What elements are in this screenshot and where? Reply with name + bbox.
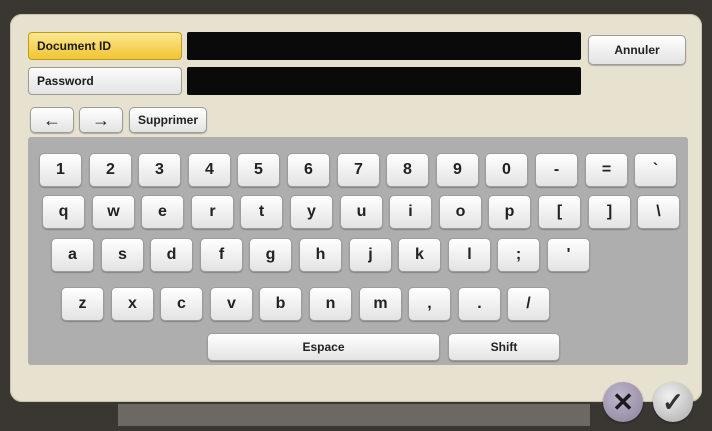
key-row2-4[interactable]: t bbox=[240, 195, 283, 229]
ok-button[interactable]: ✓ bbox=[653, 382, 693, 422]
key-row2-6[interactable]: u bbox=[340, 195, 383, 229]
key-row2-1[interactable]: w bbox=[92, 195, 135, 229]
key-row3-3[interactable]: f bbox=[200, 238, 243, 272]
key-row3-5[interactable]: h bbox=[299, 238, 342, 272]
key-row3-10[interactable]: ' bbox=[547, 238, 590, 272]
key-row4-5[interactable]: n bbox=[309, 287, 352, 321]
key-row3-0[interactable]: a bbox=[51, 238, 94, 272]
key-row4-8[interactable]: . bbox=[458, 287, 501, 321]
key-row2-8[interactable]: o bbox=[439, 195, 482, 229]
shift-key[interactable]: Shift bbox=[448, 333, 560, 361]
key-row4-6[interactable]: m bbox=[359, 287, 402, 321]
key-row1-9[interactable]: 0 bbox=[485, 153, 528, 187]
key-row3-6[interactable]: j bbox=[349, 238, 392, 272]
cancel-button[interactable]: Annuler bbox=[588, 35, 686, 65]
key-row1-0[interactable]: 1 bbox=[39, 153, 82, 187]
checkmark-icon: ✓ bbox=[662, 386, 684, 417]
key-row3-4[interactable]: g bbox=[249, 238, 292, 272]
cursor-left-button[interactable]: ← bbox=[30, 107, 74, 133]
key-row1-4[interactable]: 5 bbox=[237, 153, 280, 187]
arrow-right-icon: → bbox=[92, 109, 110, 130]
key-row4-0[interactable]: z bbox=[61, 287, 104, 321]
key-row3-8[interactable]: l bbox=[448, 238, 491, 272]
key-row1-7[interactable]: 8 bbox=[386, 153, 429, 187]
key-row1-5[interactable]: 6 bbox=[287, 153, 330, 187]
key-row4-9[interactable]: / bbox=[507, 287, 550, 321]
key-row3-1[interactable]: s bbox=[101, 238, 144, 272]
delete-button[interactable]: Supprimer bbox=[129, 107, 207, 133]
key-row1-6[interactable]: 7 bbox=[337, 153, 380, 187]
key-row4-1[interactable]: x bbox=[111, 287, 154, 321]
key-row1-2[interactable]: 3 bbox=[138, 153, 181, 187]
key-row2-5[interactable]: y bbox=[290, 195, 333, 229]
close-button[interactable]: ✕ bbox=[603, 382, 643, 422]
key-row2-7[interactable]: i bbox=[389, 195, 432, 229]
key-row3-2[interactable]: d bbox=[150, 238, 193, 272]
key-row2-12[interactable]: \ bbox=[637, 195, 680, 229]
key-row4-2[interactable]: c bbox=[160, 287, 203, 321]
key-row4-3[interactable]: v bbox=[210, 287, 253, 321]
close-icon: ✕ bbox=[612, 386, 634, 417]
key-row1-3[interactable]: 4 bbox=[188, 153, 231, 187]
key-row2-3[interactable]: r bbox=[191, 195, 234, 229]
password-input[interactable] bbox=[187, 67, 581, 95]
key-row3-7[interactable]: k bbox=[398, 238, 441, 272]
arrow-left-icon: ← bbox=[43, 109, 61, 130]
key-row2-11[interactable]: ] bbox=[588, 195, 631, 229]
key-row1-10[interactable]: - bbox=[535, 153, 578, 187]
key-row1-11[interactable]: = bbox=[585, 153, 628, 187]
key-row4-7[interactable]: , bbox=[408, 287, 451, 321]
background-strip bbox=[118, 404, 590, 426]
key-row4-4[interactable]: b bbox=[259, 287, 302, 321]
key-row2-9[interactable]: p bbox=[488, 195, 531, 229]
key-row3-9[interactable]: ; bbox=[497, 238, 540, 272]
document-id-input[interactable] bbox=[187, 32, 581, 60]
key-row2-10[interactable]: [ bbox=[538, 195, 581, 229]
key-row1-8[interactable]: 9 bbox=[436, 153, 479, 187]
password-field-button[interactable]: Password bbox=[28, 67, 182, 95]
key-row1-1[interactable]: 2 bbox=[89, 153, 132, 187]
cursor-right-button[interactable]: → bbox=[79, 107, 123, 133]
document-id-field-button[interactable]: Document ID bbox=[28, 32, 182, 60]
key-row2-2[interactable]: e bbox=[141, 195, 184, 229]
space-key[interactable]: Espace bbox=[207, 333, 440, 361]
key-row1-12[interactable]: ` bbox=[634, 153, 677, 187]
key-row2-0[interactable]: q bbox=[42, 195, 85, 229]
